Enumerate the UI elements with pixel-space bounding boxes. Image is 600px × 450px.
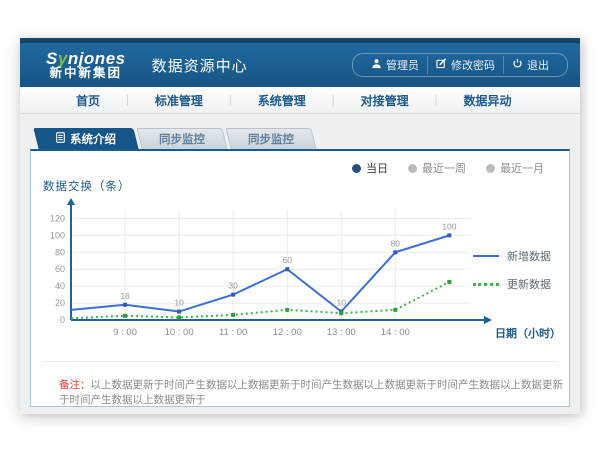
y-tick-label: 100 <box>50 230 65 240</box>
data-point <box>285 267 289 271</box>
footer-note: 备注：以上数据更新于时间产生数据以上数据更新于时间产生数据以上数据更新于时间产生… <box>59 377 569 407</box>
doc-icon <box>56 130 65 148</box>
data-point <box>231 293 235 297</box>
data-point-label: 30 <box>228 281 238 291</box>
nav-item-4[interactable]: 数据异动 <box>438 92 538 109</box>
main-panel: 当日 最近一周 最近一月 数据交换（条） 0 20 40 60 80 100 120 9 : 00… <box>30 149 570 407</box>
tab-label: 系统介绍 <box>70 131 116 147</box>
tab-2[interactable]: 同步监控 <box>228 128 314 149</box>
x-axis-title: 日期（小时） <box>495 326 561 340</box>
x-tick-label: 11 : 00 <box>219 327 247 338</box>
radio-label: 最近一月 <box>500 160 544 176</box>
data-point-label: 80 <box>391 238 401 248</box>
legend-label: 更新数据 <box>507 276 551 292</box>
data-point <box>447 280 451 284</box>
nav-item-0[interactable]: 首页 <box>50 92 126 109</box>
range-radio-2[interactable]: 最近一月 <box>486 160 544 176</box>
data-point <box>123 303 127 307</box>
note-text: 以上数据更新于时间产生数据以上数据更新于时间产生数据以上数据更新于时间产生数据以… <box>59 379 563 406</box>
app-window: Synjones 新中新集团 数据资源中心 管理员 修改密码 退出 首页|标准管理|… <box>20 38 580 414</box>
x-tick-label: 13 : 00 <box>327 327 356 338</box>
data-point <box>447 233 451 237</box>
chart-legend: 新增数据更新数据 <box>473 248 551 292</box>
nav-item-3[interactable]: 对接管理 <box>335 92 435 109</box>
radio-group: 当日 最近一周 最近一月 <box>352 160 544 176</box>
data-point-label: 10 <box>337 298 347 308</box>
tab-strip: 系统介绍 同步监控 同步监控 <box>36 128 570 149</box>
y-tick-label: 120 <box>50 213 65 223</box>
y-axis-label: 数据交换（条） <box>43 178 569 194</box>
legend-item-1: 更新数据 <box>473 276 551 292</box>
page-title: 数据资源中心 <box>152 55 248 76</box>
x-tick-label: 12 : 00 <box>273 327 302 338</box>
user-menu-item-1[interactable]: 修改密码 <box>427 56 503 74</box>
line-chart: 0 20 40 60 80 100 120 9 : 00 10 : 00 11 : 00 12 : … <box>35 196 569 353</box>
y-tick-label: 40 <box>55 281 65 291</box>
data-point <box>339 311 343 315</box>
chart-range-controls: 当日 最近一周 最近一月 <box>31 160 544 176</box>
user-menu: 管理员 修改密码 退出 <box>352 53 568 77</box>
company-logo: Synjones 新中新集团 <box>46 50 126 81</box>
legend-line-icon <box>473 283 499 286</box>
data-point-label: 100 <box>442 221 456 231</box>
user-menu-label: 修改密码 <box>451 57 495 73</box>
tab-1[interactable]: 同步监控 <box>139 128 225 149</box>
data-point <box>177 310 181 314</box>
radio-label: 当日 <box>366 160 388 176</box>
y-tick-label: 0 <box>60 315 65 325</box>
user-icon <box>371 58 382 72</box>
data-point <box>177 315 181 319</box>
tab-label: 同步监控 <box>159 131 205 147</box>
data-point <box>123 314 127 318</box>
y-axis-arrow <box>67 198 75 205</box>
legend-item-0: 新增数据 <box>473 248 551 264</box>
nav-item-1[interactable]: 标准管理 <box>129 92 229 109</box>
user-menu-label: 退出 <box>527 57 549 73</box>
data-point <box>393 308 397 312</box>
tab-label: 同步监控 <box>248 131 294 147</box>
y-tick-label: 80 <box>55 247 65 257</box>
user-menu-item-0[interactable]: 管理员 <box>363 56 427 74</box>
data-point <box>231 313 235 317</box>
data-point-label: 10 <box>174 298 184 308</box>
radio-dot-icon <box>486 164 495 173</box>
y-tick-label: 20 <box>55 298 65 308</box>
app-header: Synjones 新中新集团 数据资源中心 管理员 修改密码 退出 <box>20 43 580 87</box>
edit-icon <box>436 58 447 72</box>
tab-0[interactable]: 系统介绍 <box>36 128 136 149</box>
y-tick-label: 60 <box>55 264 65 274</box>
main-nav: 首页|标准管理|系统管理|对接管理|数据异动 <box>20 87 580 114</box>
range-radio-1[interactable]: 最近一周 <box>408 160 466 176</box>
x-tick-label: 10 : 00 <box>165 327 194 338</box>
logo-brand-text: Synjones <box>46 50 126 68</box>
user-menu-label: 管理员 <box>386 57 419 73</box>
radio-label: 最近一周 <box>422 160 466 176</box>
data-point <box>393 250 397 254</box>
data-point-label: 18 <box>120 291 130 301</box>
user-menu-item-2[interactable]: 退出 <box>503 56 557 74</box>
x-tick-label: 9 : 00 <box>113 327 137 338</box>
range-radio-0[interactable]: 当日 <box>352 160 388 176</box>
x-axis-arrow <box>484 316 492 324</box>
radio-dot-icon <box>408 164 417 173</box>
logo-company-text: 新中新集团 <box>46 67 126 80</box>
data-point-label: 60 <box>282 255 292 265</box>
data-point <box>285 308 289 312</box>
nav-item-2[interactable]: 系统管理 <box>232 92 332 109</box>
radio-dot-icon <box>352 164 361 173</box>
power-icon <box>512 58 523 72</box>
note-prefix: 备注： <box>59 379 91 391</box>
legend-label: 新增数据 <box>507 248 551 264</box>
x-tick-label: 14 : 00 <box>381 327 410 338</box>
legend-line-icon <box>473 255 499 257</box>
content-area: 系统介绍 同步监控 同步监控 当日 最近一周 最近一月 数据交换（条） 0 20 40 60 8… <box>20 114 580 407</box>
note-divider <box>43 361 557 362</box>
